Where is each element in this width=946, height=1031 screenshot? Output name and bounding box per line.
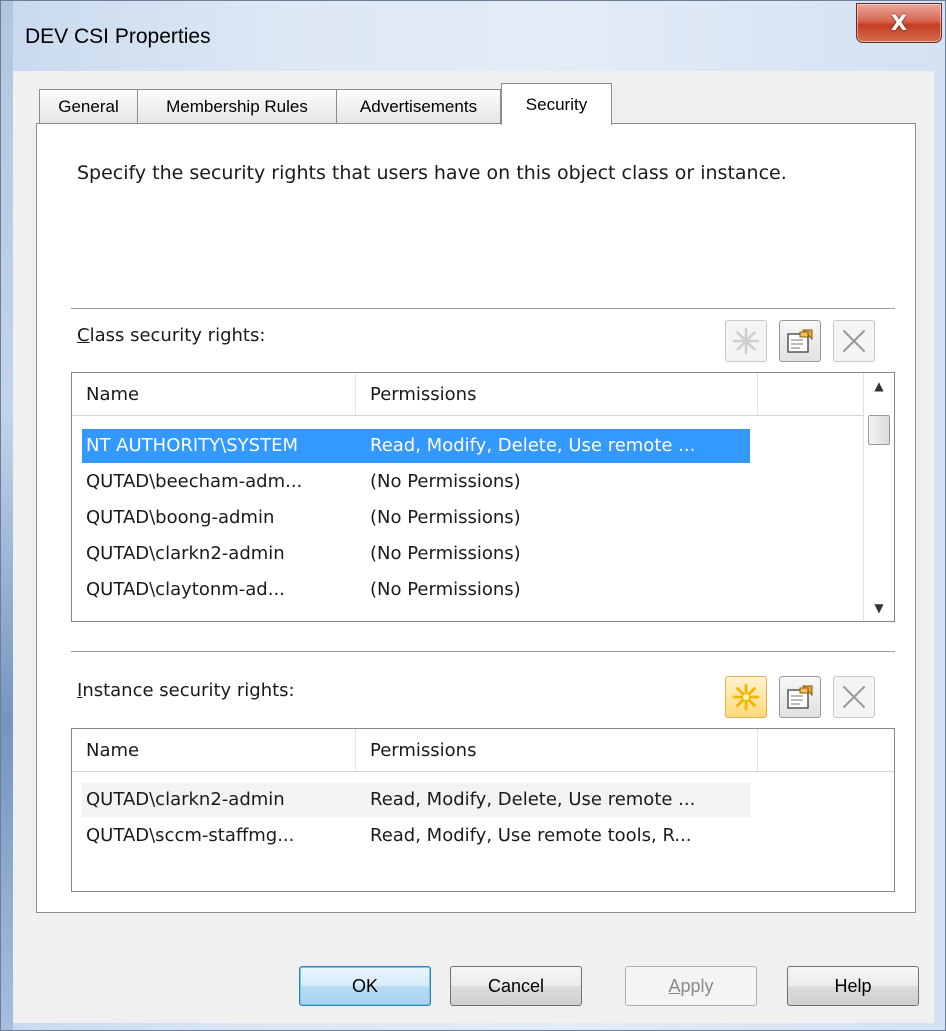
class-rights-list[interactable]: Name Permissions NT AUTHORITY\SYSTEM Rea… bbox=[71, 372, 895, 622]
delete-x-icon bbox=[843, 330, 865, 352]
class-label-text: lass security rights: bbox=[89, 325, 266, 346]
dialog-window: DEV CSI Properties X General Membership … bbox=[0, 0, 946, 1031]
table-row[interactable]: QUTAD\clarkn2-admin Read, Modify, Delete… bbox=[82, 783, 750, 817]
column-header-name[interactable]: Name bbox=[72, 373, 356, 415]
class-delete-button[interactable] bbox=[833, 320, 875, 362]
tab-advertisements[interactable]: Advertisements bbox=[336, 89, 501, 123]
help-button[interactable]: Help bbox=[787, 966, 919, 1006]
column-header-name[interactable]: Name bbox=[72, 729, 356, 771]
instance-properties-button[interactable] bbox=[779, 676, 821, 718]
close-icon: X bbox=[890, 11, 908, 35]
class-list-header: Name Permissions bbox=[72, 373, 894, 416]
apply-label: pply bbox=[680, 975, 714, 996]
cancel-button[interactable]: Cancel bbox=[450, 966, 582, 1006]
window-title: DEV CSI Properties bbox=[25, 25, 211, 48]
sparkle-new-icon bbox=[732, 683, 760, 711]
scroll-up-icon[interactable]: ▲ bbox=[864, 375, 894, 397]
row-permissions: Read, Modify, Delete, Use remote ... bbox=[370, 435, 696, 456]
dialog-client-area: General Membership Rules Advertisements … bbox=[13, 71, 934, 1023]
apply-accelerator: A bbox=[668, 975, 681, 996]
row-permissions: Read, Modify, Delete, Use remote ... bbox=[370, 789, 696, 810]
instance-section-separator bbox=[71, 651, 895, 653]
instance-list-header: Name Permissions bbox=[72, 729, 894, 772]
apply-button[interactable]: Apply bbox=[625, 966, 757, 1006]
instance-rights-list[interactable]: Name Permissions QUTAD\clarkn2-admin Rea… bbox=[71, 728, 895, 892]
ok-button[interactable]: OK bbox=[299, 966, 431, 1006]
tab-general[interactable]: General bbox=[39, 89, 138, 123]
row-name: NT AUTHORITY\SYSTEM bbox=[86, 435, 298, 456]
instance-label-text: nstance security rights: bbox=[82, 680, 295, 701]
instance-security-rights-label: Instance security rights: bbox=[77, 680, 295, 701]
row-permissions: (No Permissions) bbox=[370, 507, 521, 528]
class-new-button[interactable] bbox=[725, 320, 767, 362]
close-button[interactable]: X bbox=[856, 3, 942, 43]
row-name: QUTAD\boong-admin bbox=[86, 507, 275, 528]
tab-security[interactable]: Security bbox=[501, 83, 612, 125]
class-label-accelerator: C bbox=[77, 325, 90, 346]
instance-new-button[interactable] bbox=[725, 676, 767, 718]
row-name: QUTAD\clarkn2-admin bbox=[86, 789, 285, 810]
tab-membership-rules[interactable]: Membership Rules bbox=[137, 89, 337, 123]
class-section-separator bbox=[71, 308, 895, 310]
row-permissions: (No Permissions) bbox=[370, 471, 521, 492]
scroll-thumb[interactable] bbox=[868, 415, 890, 445]
scroll-down-icon[interactable]: ▼ bbox=[864, 597, 894, 619]
class-list-scrollbar[interactable]: ▲ ▼ bbox=[863, 373, 894, 621]
row-name: QUTAD\clarkn2-admin bbox=[86, 543, 285, 564]
security-description: Specify the security rights that users h… bbox=[77, 162, 787, 184]
column-header-permissions[interactable]: Permissions bbox=[356, 373, 758, 415]
instance-delete-button[interactable] bbox=[833, 676, 875, 718]
row-name: QUTAD\beecham-adm... bbox=[86, 471, 303, 492]
sparkle-new-icon bbox=[732, 327, 760, 355]
row-permissions: (No Permissions) bbox=[370, 543, 521, 564]
column-header-filler bbox=[758, 729, 894, 771]
row-permissions: (No Permissions) bbox=[370, 579, 521, 600]
title-bar[interactable]: DEV CSI Properties X bbox=[1, 1, 945, 71]
class-properties-button[interactable] bbox=[779, 320, 821, 362]
row-name: QUTAD\sccm-staffmg... bbox=[86, 825, 295, 846]
security-tab-panel: Specify the security rights that users h… bbox=[36, 123, 916, 913]
properties-icon bbox=[787, 685, 813, 709]
row-permissions: Read, Modify, Use remote tools, R... bbox=[370, 825, 692, 846]
row-name: QUTAD\claytonm-ad... bbox=[86, 579, 285, 600]
properties-icon bbox=[787, 329, 813, 353]
column-header-permissions[interactable]: Permissions bbox=[356, 729, 758, 771]
table-row[interactable]: NT AUTHORITY\SYSTEM Read, Modify, Delete… bbox=[82, 429, 750, 463]
column-header-filler bbox=[758, 373, 864, 415]
class-security-rights-label: Class security rights: bbox=[77, 325, 265, 346]
delete-x-icon bbox=[843, 686, 865, 708]
